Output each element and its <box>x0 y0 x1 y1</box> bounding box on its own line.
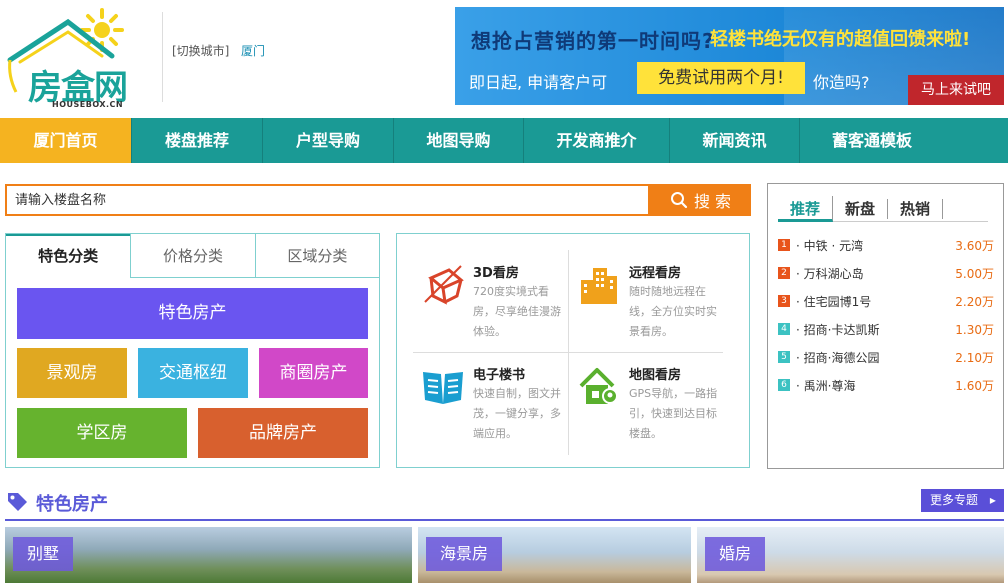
map-house-icon <box>579 368 618 404</box>
tab-recommend[interactable]: 推荐 <box>778 196 834 222</box>
rank-price: 1.30万 <box>955 323 994 337</box>
ranking-item[interactable]: 2 · 万科湖心岛 5.00万 <box>778 264 994 284</box>
photo-tag: 婚房 <box>705 537 766 571</box>
tile-brand-property[interactable]: 品牌房产 <box>198 408 368 458</box>
nav-item-map[interactable]: 地图导购 <box>394 118 524 163</box>
category-tabs: 特色分类 价格分类 区域分类 <box>6 234 379 278</box>
feature-title: 远程看房 <box>629 266 682 281</box>
ranking-panel: 推荐 新盘 热销 1 · 中铁 · 元湾 3.60万 2 · 万科湖心岛 5.0… <box>767 183 1004 469</box>
rank-project-name: · 招商·卡达凯斯 <box>796 323 880 337</box>
nav-item-recommend[interactable]: 楼盘推荐 <box>132 118 263 163</box>
rank-price: 3.60万 <box>955 239 994 253</box>
tile-school-district[interactable]: 学区房 <box>17 408 187 458</box>
feature-title: 3D看房 <box>473 266 519 281</box>
rank-number-badge: 5 <box>778 351 790 363</box>
more-topics-label: 更多专题 <box>930 493 979 507</box>
feature-title: 地图看房 <box>629 368 682 383</box>
site-logo[interactable]: 房盒网 HOUSEBOX.CN <box>6 6 146 109</box>
header-divider <box>162 12 163 102</box>
promo-banner[interactable]: 想抢占营销的第一时间吗? 轻楼书绝无仅有的超值回馈来啦! 即日起, 申请客户可 … <box>455 7 1004 105</box>
nav-item-developer[interactable]: 开发商推介 <box>524 118 670 163</box>
cube-icon <box>424 265 464 305</box>
feature-ebook[interactable]: 电子楼书 快速自制，图文并茂，一键分享，多端应用。 <box>421 364 571 444</box>
search-button[interactable]: 搜 索 <box>650 184 751 216</box>
banner-subline: 即日起, 申请客户可 <box>469 73 608 92</box>
chevron-right-icon: ▸ <box>989 493 996 507</box>
tag-icon <box>8 493 27 511</box>
feature-title: 电子楼书 <box>473 368 526 383</box>
feature-desc: GPS导航，一路指引，快速到达目标楼盘。 <box>629 387 718 440</box>
rank-number-badge: 4 <box>778 323 790 335</box>
banner-headline: 想抢占营销的第一时间吗? <box>471 29 715 53</box>
rank-price: 5.00万 <box>955 267 994 281</box>
logo-subtitle: HOUSEBOX.CN <box>52 100 124 109</box>
category-panel: 特色分类 价格分类 区域分类 特色房产 景观房 交通枢纽 商圈房产 学区房 品牌… <box>5 233 380 468</box>
book-icon <box>423 372 463 404</box>
banner-free-trial-badge: 免费试用两个月! <box>637 62 805 94</box>
rank-number-badge: 6 <box>778 379 790 391</box>
photo-tag: 海景房 <box>426 537 503 571</box>
site-header: 房盒网 HOUSEBOX.CN [切换城市] 厦门 想抢占营销的第一时间吗? 轻… <box>0 0 1008 118</box>
banner-headline-highlight: 轻楼书绝无仅有的超值回馈来啦! <box>710 29 971 50</box>
rank-number-badge: 2 <box>778 267 790 279</box>
ranking-item[interactable]: 1 · 中铁 · 元湾 3.60万 <box>778 236 994 256</box>
main-nav: 厦门首页 楼盘推荐 户型导购 地图导购 开发商推介 新闻资讯 蓄客通模板 <box>0 118 1008 163</box>
photo-wedding-house[interactable]: 婚房 <box>697 527 1004 583</box>
tab-price-category[interactable]: 价格分类 <box>130 234 255 278</box>
tab-new[interactable]: 新盘 <box>833 199 889 219</box>
photo-villa[interactable]: 别墅 <box>5 527 412 583</box>
nav-item-template[interactable]: 蓄客通模板 <box>800 118 944 163</box>
tile-landscape[interactable]: 景观房 <box>17 348 127 398</box>
tile-business-district[interactable]: 商圈房产 <box>259 348 368 398</box>
banner-question: 你造吗? <box>813 73 870 92</box>
feature-desc: 随时随地远程在线，全方位实时实景看房。 <box>629 285 717 338</box>
tile-transport-hub[interactable]: 交通枢纽 <box>138 348 248 398</box>
tile-feature-property[interactable]: 特色房产 <box>17 288 368 339</box>
search-icon <box>670 192 688 209</box>
tab-area-category[interactable]: 区域分类 <box>254 234 379 278</box>
rank-project-name: · 中铁 · 元湾 <box>796 239 864 253</box>
search-input[interactable] <box>7 186 648 214</box>
feature-3d-view[interactable]: 3D看房 720度实境式看房，尽享绝佳漫游体验。 <box>421 262 571 342</box>
more-topics-button[interactable]: 更多专题 ▸ <box>921 489 1004 512</box>
feature-remote-view[interactable]: 远程看房 随时随地远程在线，全方位实时实景看房。 <box>577 262 727 342</box>
ranking-item[interactable]: 5 · 招商·海德公园 2.10万 <box>778 348 994 368</box>
rank-price: 2.20万 <box>955 295 994 309</box>
rank-number-badge: 3 <box>778 295 790 307</box>
tab-hot[interactable]: 热销 <box>888 199 944 219</box>
search-button-label: 搜 索 <box>693 192 732 211</box>
photo-seaview[interactable]: 海景房 <box>418 527 691 583</box>
section-title: 特色房产 <box>36 494 108 515</box>
tab-feature-category[interactable]: 特色分类 <box>6 234 131 278</box>
ranking-item[interactable]: 3 · 住宅园博1号 2.20万 <box>778 292 994 312</box>
feature-desc: 快速自制，图文并茂，一键分享，多端应用。 <box>473 387 561 440</box>
rank-project-name: · 万科湖心岛 <box>796 267 864 281</box>
nav-item-news[interactable]: 新闻资讯 <box>670 118 800 163</box>
nav-item-home[interactable]: 厦门首页 <box>0 118 132 163</box>
nav-item-floorplan[interactable]: 户型导购 <box>263 118 394 163</box>
banner-try-now-button[interactable]: 马上来试吧 <box>908 75 1004 105</box>
rank-project-name: · 禹洲·尊海 <box>796 379 856 393</box>
rank-project-name: · 招商·海德公园 <box>796 351 880 365</box>
ranking-tabs: 推荐 新盘 热销 <box>778 196 988 222</box>
section-divider <box>5 519 1004 521</box>
buildings-icon <box>581 268 617 304</box>
search-box <box>5 184 650 216</box>
city-switch-link[interactable]: [切换城市] <box>172 42 229 59</box>
rank-project-name: · 住宅园博1号 <box>796 295 872 309</box>
feature-panel: 3D看房 720度实境式看房，尽享绝佳漫游体验。 远程看房 随时随地远程在线，全… <box>396 233 750 468</box>
feature-divider-horizontal <box>413 352 723 353</box>
rank-price: 1.60万 <box>955 379 994 393</box>
rank-number-badge: 1 <box>778 239 790 251</box>
ranking-item[interactable]: 4 · 招商·卡达凯斯 1.30万 <box>778 320 994 340</box>
feature-desc: 720度实境式看房，尽享绝佳漫游体验。 <box>473 285 561 338</box>
photo-tag: 别墅 <box>13 537 74 571</box>
ranking-item[interactable]: 6 · 禹洲·尊海 1.60万 <box>778 376 994 396</box>
rank-price: 2.10万 <box>955 351 994 365</box>
current-city[interactable]: 厦门 <box>241 42 265 59</box>
feature-map-view[interactable]: 地图看房 GPS导航，一路指引，快速到达目标楼盘。 <box>577 364 727 444</box>
